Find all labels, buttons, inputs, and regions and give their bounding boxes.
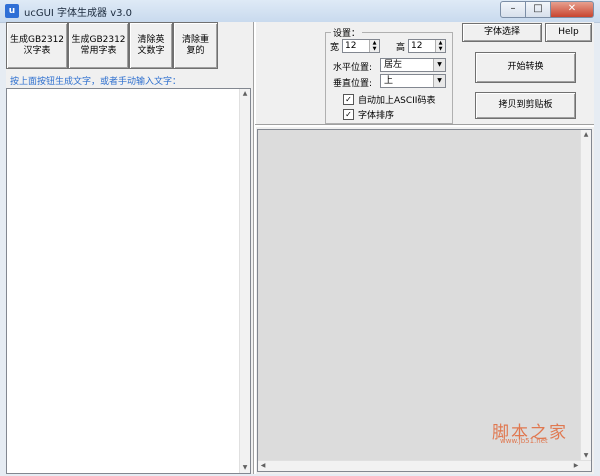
copy-clipboard-button[interactable]: 拷贝到剪贴板 (475, 92, 576, 119)
scroll-down-icon[interactable]: ▼ (240, 463, 250, 473)
input-hint: 按上面按钮生成文字，或者手动输入文字： (10, 77, 182, 87)
v-align-value: 上 (384, 76, 394, 86)
font-sort-checkbox[interactable]: ✓ 字体排序 (343, 108, 394, 121)
chevron-down-icon[interactable]: ▼ (433, 75, 445, 87)
gen-gb2312-common-button[interactable]: 生成GB2312 常用字表 (68, 22, 129, 69)
height-label: 高 (396, 43, 406, 53)
preview-vertical-scrollbar[interactable]: ▲ ▼ (580, 130, 591, 461)
checkmark-icon[interactable]: ✓ (343, 109, 354, 120)
start-convert-button[interactable]: 开始转换 (475, 52, 576, 83)
checkmark-icon[interactable]: ✓ (343, 94, 354, 105)
auto-ascii-checkbox[interactable]: ✓ 自动加上ASCII码表 (343, 93, 435, 106)
maximize-button[interactable]: □ (526, 1, 551, 18)
watermark-url: www.jb51.net (500, 437, 548, 445)
auto-ascii-label: 自动加上ASCII码表 (358, 96, 436, 106)
scroll-left-icon[interactable]: ◀ (258, 461, 268, 471)
clear-duplicates-button[interactable]: 清除重 复的 (173, 22, 218, 69)
chevron-down-icon[interactable]: ▼ (433, 59, 445, 71)
font-sort-label: 字体排序 (358, 111, 395, 121)
app-icon: u (5, 4, 19, 18)
h-align-select[interactable]: 居左 ▼ (380, 58, 446, 72)
width-label: 宽 (330, 43, 340, 53)
font-select-button[interactable]: 字体选择 (462, 23, 542, 42)
gen-gb2312-all-button[interactable]: 生成GB2312 汉字表 (6, 22, 68, 69)
preview-horizontal-scrollbar[interactable]: ◀ ▶ (258, 460, 591, 471)
settings-group: 设置： 宽 12 ▲ ▼ 高 12 ▲ ▼ 水平位置: 居左 ▼ 垂直位置: 上 ▼… (325, 26, 453, 124)
v-align-select[interactable]: 上 ▼ (380, 74, 446, 88)
spin-arrows-icon[interactable]: ▲ ▼ (369, 40, 379, 52)
vertical-scrollbar[interactable]: ▲ ▼ (239, 89, 250, 473)
v-align-label: 垂直位置: (333, 79, 373, 89)
client-area: 生成GB2312 汉字表 生成GB2312 常用字表 清除英 文数字 清除重 复… (6, 22, 594, 474)
window-title: ucGUI 字体生成器 v3.0 (24, 8, 133, 19)
title-bar: u ucGUI 字体生成器 v3.0 – □ ✕ (0, 0, 600, 23)
scroll-right-icon[interactable]: ▶ (571, 461, 581, 471)
spin-arrows-icon[interactable]: ▲ ▼ (435, 40, 445, 52)
settings-title: 设置： (331, 26, 363, 39)
scroll-up-icon[interactable]: ▲ (581, 130, 591, 140)
scroll-up-icon[interactable]: ▲ (240, 89, 250, 99)
preview-divider (255, 124, 594, 127)
char-input-textarea[interactable]: ▲ ▼ (6, 88, 251, 474)
help-button[interactable]: Help (545, 23, 592, 42)
width-spinner[interactable]: 12 ▲ ▼ (342, 39, 380, 53)
height-spinner[interactable]: 12 ▲ ▼ (408, 39, 446, 53)
close-button[interactable]: ✕ (551, 1, 594, 18)
h-align-value: 居左 (384, 60, 403, 70)
height-value: 12 (411, 41, 423, 51)
panel-divider (253, 22, 256, 474)
minimize-button[interactable]: – (500, 1, 526, 18)
h-align-label: 水平位置: (333, 63, 373, 73)
width-value: 12 (345, 41, 357, 51)
clear-english-digits-button[interactable]: 清除英 文数字 (129, 22, 173, 69)
